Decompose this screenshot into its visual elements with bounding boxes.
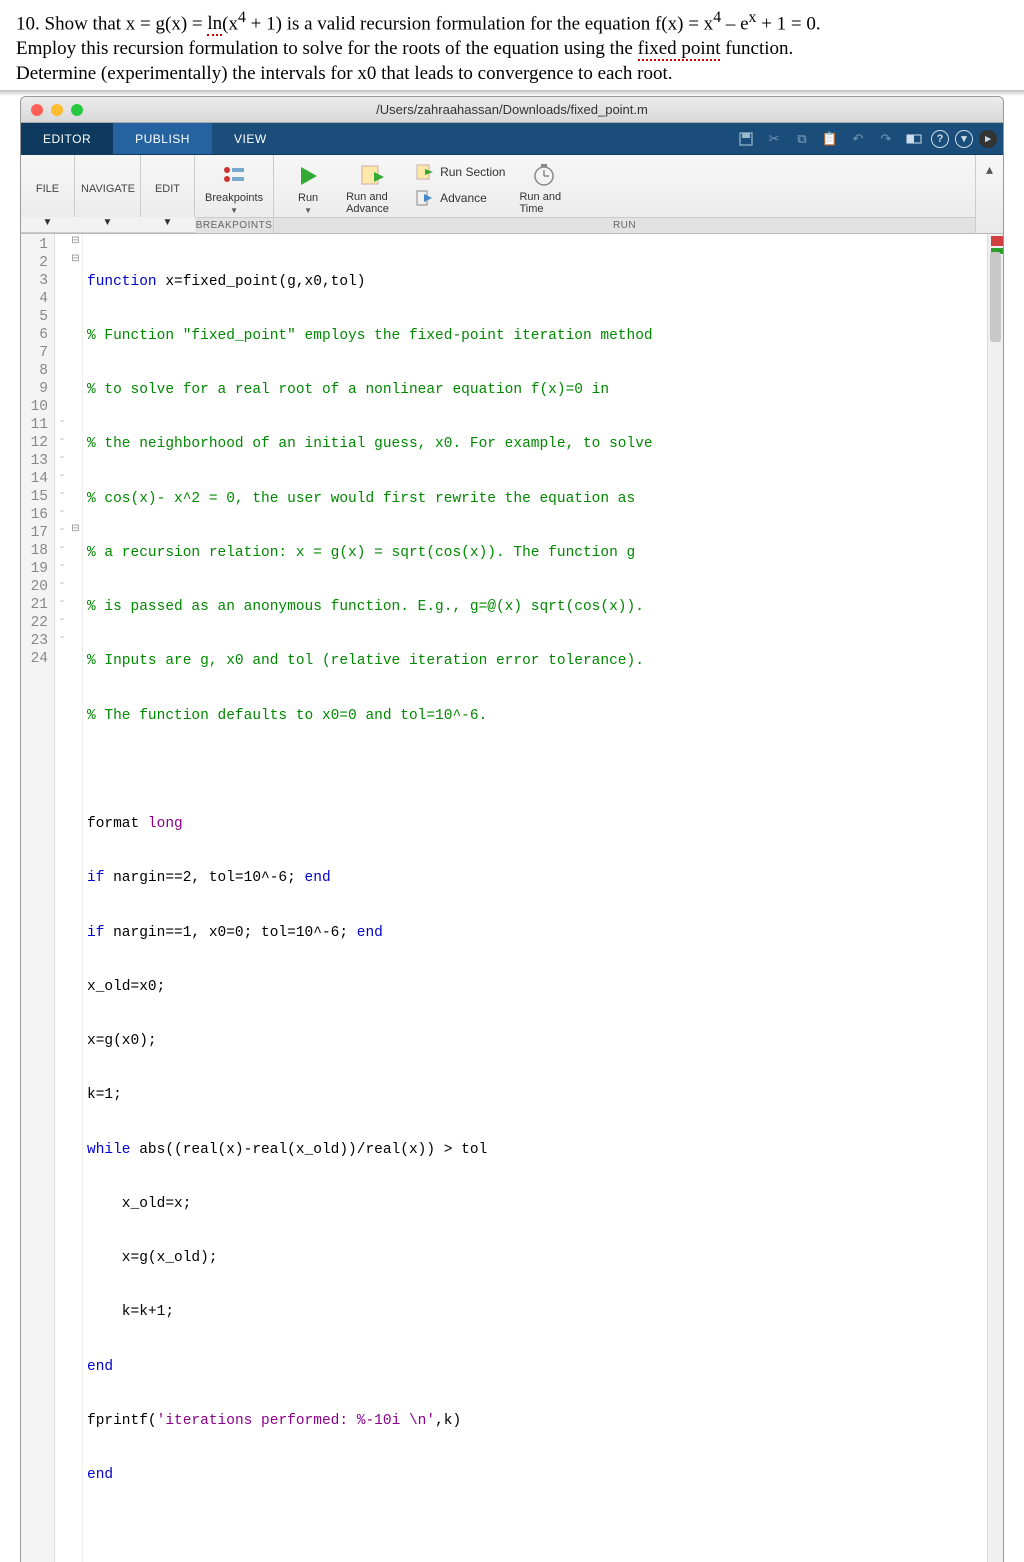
text: 4 (238, 9, 246, 26)
label: Breakpoints (205, 192, 263, 204)
tab-publish[interactable]: PUBLISH (113, 123, 212, 154)
toolstrip: FILE NAVIGATE EDIT ▼ ▼ ▼ Breakpoints ▼ B… (21, 155, 1003, 234)
code-editor[interactable]: 123456789101112131415161718192021222324 … (21, 234, 1003, 1562)
text: + 1) is a valid recursion formulation fo… (246, 13, 713, 34)
group-label: RUN (274, 217, 975, 233)
cut-icon[interactable]: ✂ (763, 128, 785, 150)
save-icon[interactable] (735, 128, 757, 150)
run-advance-button[interactable]: Run and Advance (346, 161, 402, 215)
advance-icon (416, 190, 434, 206)
problem-statement: 10. Show that x = g(x) = ln(x4 + 1) is a… (0, 0, 1024, 90)
paste-icon[interactable]: 📋 (819, 128, 841, 150)
group-run: Run ▼ Run and Advance Run Section Advanc… (274, 155, 976, 233)
run-button[interactable]: Run ▼ (284, 162, 332, 215)
run-time-icon (530, 161, 558, 189)
copy-icon[interactable]: ⧉ (791, 128, 813, 150)
breakpoints-button[interactable]: Breakpoints ▼ (205, 162, 263, 215)
undo-icon[interactable]: ↶ (847, 128, 869, 150)
tab-editor[interactable]: EDITOR (21, 123, 113, 154)
text: fixed point (638, 38, 721, 61)
text: 4 (713, 9, 721, 26)
run-section-button[interactable]: Run Section (416, 164, 505, 180)
text: Determine (experimentally) the intervals… (16, 62, 1008, 87)
matlab-editor-window: /Users/zahraahassan/Downloads/fixed_poin… (20, 96, 1004, 1562)
line-number-gutter: 123456789101112131415161718192021222324 (21, 234, 55, 1562)
text: function. (720, 38, 793, 59)
ribbon-tabs: EDITOR PUBLISH VIEW ✂ ⧉ 📋 ↶ ↷ ? ▾ ▸ (21, 123, 1003, 155)
run-section-icon (416, 164, 434, 180)
advance-button[interactable]: Advance (416, 190, 505, 206)
window-title: /Users/zahraahassan/Downloads/fixed_poin… (21, 102, 1003, 117)
code-content[interactable]: function x=fixed_point(g,x0,tol) % Funct… (83, 234, 653, 1562)
dropdown-navigate[interactable]: ▼ (75, 217, 141, 232)
label: Advance (440, 191, 487, 205)
run-icon (294, 162, 322, 190)
group-navigate[interactable]: NAVIGATE (75, 155, 141, 217)
label: Run and Advance (346, 191, 402, 215)
group-label: BREAKPOINTS (195, 217, 273, 233)
vertical-scrollbar[interactable] (987, 234, 1003, 1562)
run-advance-icon (360, 161, 388, 189)
titlebar: /Users/zahraahassan/Downloads/fixed_poin… (21, 97, 1003, 123)
breakpoints-icon (220, 162, 248, 190)
text: + 1 = 0. (756, 13, 820, 34)
collapse-ribbon-icon[interactable]: ▴ (976, 155, 1003, 184)
search-dropdown-icon[interactable]: ▾ (955, 130, 973, 148)
dropdown-file[interactable]: ▼ (21, 217, 75, 232)
group-edit[interactable]: EDIT (141, 155, 195, 217)
tab-view[interactable]: VIEW (212, 123, 289, 154)
dropdown-edit[interactable]: ▼ (141, 217, 195, 232)
label: Run and Time (519, 191, 569, 215)
text: (x (222, 13, 238, 34)
label: Run Section (440, 165, 505, 179)
scroll-thumb[interactable] (990, 252, 1001, 342)
toggle-icon[interactable] (903, 128, 925, 150)
group-breakpoints: Breakpoints ▼ BREAKPOINTS (195, 155, 274, 233)
breakpoint-margin[interactable]: ------------- (55, 234, 69, 1562)
group-file[interactable]: FILE (21, 155, 75, 217)
text: – e (721, 13, 748, 34)
label: Run (298, 192, 318, 204)
error-marker[interactable] (991, 236, 1003, 246)
action-icon[interactable]: ▸ (979, 130, 997, 148)
help-icon[interactable]: ? (931, 130, 949, 148)
fold-margin[interactable]: ⊟⊟⊟ (69, 234, 83, 1562)
text: ln (207, 13, 222, 36)
redo-icon[interactable]: ↷ (875, 128, 897, 150)
text: Employ this recursion formulation to sol… (16, 38, 638, 59)
text: 10. Show that x = g(x) = (16, 13, 207, 34)
run-time-button[interactable]: Run and Time (519, 161, 569, 215)
